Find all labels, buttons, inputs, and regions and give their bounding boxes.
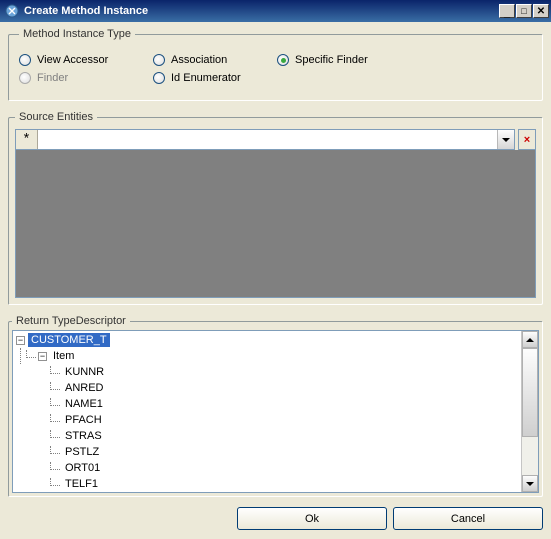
return-type-descriptor-group: Return TypeDescriptor − CUSTOMER_T − Ite… <box>8 315 543 497</box>
ok-button[interactable]: Ok <box>237 507 387 530</box>
chevron-down-icon <box>502 138 510 142</box>
close-button[interactable]: ✕ <box>533 4 549 18</box>
radio-id-enumerator[interactable]: Id Enumerator <box>153 72 253 84</box>
radio-icon <box>153 54 165 66</box>
type-descriptor-tree: − CUSTOMER_T − Item KUNNR ANRED NAME1 PF… <box>12 330 539 493</box>
cancel-button[interactable]: Cancel <box>393 507 543 530</box>
button-label: Ok <box>305 513 319 525</box>
radio-view-accessor[interactable]: View Accessor <box>19 54 129 66</box>
scroll-track[interactable] <box>522 348 538 475</box>
chevron-up-icon <box>526 338 534 342</box>
dropdown-button[interactable] <box>497 130 514 149</box>
source-entities-group: Source Entities * × <box>8 111 543 305</box>
maximize-button[interactable]: □ <box>516 4 532 18</box>
tree-scrollbar[interactable] <box>521 331 538 492</box>
app-icon <box>4 3 20 19</box>
tree-leaf[interactable]: KUNNR <box>13 364 521 380</box>
tree-node-label: PFACH <box>62 413 105 427</box>
scroll-thumb[interactable] <box>522 348 538 437</box>
radio-icon <box>153 72 165 84</box>
tree-node-label: PSTLZ <box>62 445 102 459</box>
tree-leaf[interactable]: PFACH <box>13 412 521 428</box>
radio-label: Finder <box>37 72 68 84</box>
tree-node-label: STRAS <box>62 429 105 443</box>
delete-row-button[interactable]: × <box>518 129 536 150</box>
radio-label: Id Enumerator <box>171 72 241 84</box>
radio-finder: Finder <box>19 72 129 84</box>
dialog-button-bar: Ok Cancel <box>8 503 543 530</box>
tree-node-label: TELF1 <box>62 477 101 491</box>
collapse-icon[interactable]: − <box>38 352 47 361</box>
tree-node-label: ORT01 <box>62 461 103 475</box>
tree-node-label: ANRED <box>62 381 107 395</box>
tree-node-label: KUNNR <box>62 365 107 379</box>
tree-leaf[interactable]: ORT01 <box>13 460 521 476</box>
collapse-icon[interactable]: − <box>16 336 25 345</box>
radio-label: Association <box>171 54 227 66</box>
radio-icon <box>19 54 31 66</box>
radio-association[interactable]: Association <box>153 54 253 66</box>
scroll-down-button[interactable] <box>522 475 538 492</box>
tree-leaf[interactable]: ANRED <box>13 380 521 396</box>
new-row-indicator: * <box>16 130 38 149</box>
source-entity-dropdown[interactable] <box>38 130 497 149</box>
source-entity-row: * <box>15 129 515 150</box>
minimize-button[interactable]: _ <box>499 4 515 18</box>
tree-node-label: NAME1 <box>62 397 106 411</box>
source-entities-legend: Source Entities <box>15 111 97 123</box>
tree-leaf[interactable]: TELF1 <box>13 476 521 492</box>
method-instance-type-group: Method Instance Type View Accessor Assoc… <box>8 28 543 101</box>
radio-label: View Accessor <box>37 54 108 66</box>
tree-leaf[interactable]: NAME1 <box>13 396 521 412</box>
radio-label: Specific Finder <box>295 54 368 66</box>
return-type-descriptor-legend: Return TypeDescriptor <box>12 315 130 327</box>
radio-icon <box>277 54 289 66</box>
title-bar: Create Method Instance _ □ ✕ <box>0 0 551 22</box>
scroll-up-button[interactable] <box>522 331 538 348</box>
tree-leaf[interactable]: STRAS <box>13 428 521 444</box>
radio-icon <box>19 72 31 84</box>
delete-icon: × <box>524 134 530 146</box>
tree-leaf[interactable]: PSTLZ <box>13 444 521 460</box>
chevron-down-icon <box>526 482 534 486</box>
radio-specific-finder[interactable]: Specific Finder <box>277 54 368 66</box>
source-entities-empty-area <box>15 150 536 298</box>
tree-node-label: CUSTOMER_T <box>28 333 110 347</box>
window-title: Create Method Instance <box>24 5 499 17</box>
button-label: Cancel <box>451 513 485 525</box>
tree-node-label: Item <box>50 349 77 363</box>
tree-node-root[interactable]: − CUSTOMER_T <box>13 332 521 348</box>
tree-node-item[interactable]: − Item <box>13 348 521 364</box>
method-instance-type-legend: Method Instance Type <box>19 28 135 40</box>
window-buttons: _ □ ✕ <box>499 4 549 18</box>
